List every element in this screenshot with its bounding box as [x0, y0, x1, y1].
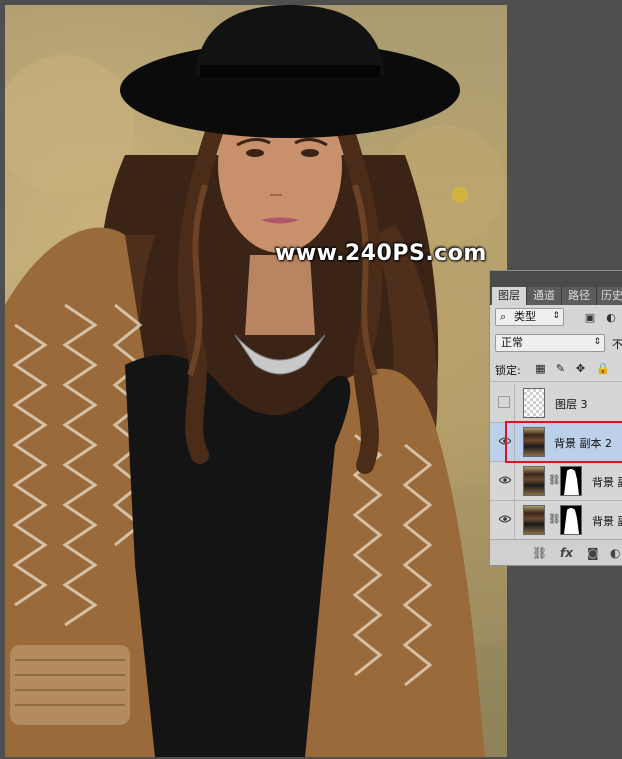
mask-shape-icon	[564, 508, 579, 534]
layer-mask-thumbnail[interactable]	[560, 466, 582, 496]
updown-arrow-icon: ⇕	[593, 337, 601, 347]
mask-shape-icon	[564, 469, 579, 495]
layers-panel[interactable]: 图层 通道 路径 历史 ⌕ 类型 ⇕ ▣ ◐ 正常 ⇕ 不 锁定: ▦ ✎ ✥ …	[489, 270, 622, 566]
layer-filter-select[interactable]: ⌕ 类型 ⇕	[495, 308, 564, 326]
link-icon[interactable]: ⛓	[532, 546, 547, 560]
lock-all-icon[interactable]: 🔒	[596, 362, 610, 375]
blend-mode-row: 正常 ⇕ 不	[490, 331, 622, 357]
layer-name: 背景 副	[592, 476, 622, 489]
tab-channels[interactable]: 通道	[527, 287, 562, 305]
layer-mask-thumbnail[interactable]	[560, 505, 582, 535]
updown-arrow-icon: ⇕	[552, 311, 560, 321]
visibility-cell[interactable]	[493, 384, 515, 423]
layer-filter-row: ⌕ 类型 ⇕ ▣ ◐	[490, 305, 622, 331]
layer-thumbnail	[523, 505, 545, 535]
chain-link-icon[interactable]: ⛓	[548, 514, 561, 525]
visibility-cell[interactable]	[493, 462, 515, 501]
visibility-cell[interactable]	[493, 423, 515, 462]
layer-thumbnail	[523, 427, 545, 457]
layer-thumbnail	[523, 466, 545, 496]
layer-name: 背景 副	[592, 515, 622, 528]
layer-row[interactable]: 图层 3	[490, 384, 622, 423]
layers-panel-footer: ⛓ fx ◙ ◐	[490, 539, 622, 565]
photo-image: www.240PS.com	[5, 5, 507, 757]
mask-icon[interactable]: ◙	[587, 546, 599, 560]
panel-tab-bar: 图层 通道 路径 历史	[490, 271, 622, 305]
layer-name: 图层 3	[555, 398, 588, 411]
search-icon: ⌕	[500, 310, 507, 323]
blend-mode-select[interactable]: 正常 ⇕	[495, 334, 605, 352]
adjustment-filter-icon[interactable]: ◐	[604, 311, 618, 324]
lock-paint-icon[interactable]: ✎	[554, 362, 567, 375]
tab-history[interactable]: 历史	[597, 287, 622, 305]
tab-paths[interactable]: 路径	[562, 287, 597, 305]
layer-row[interactable]: ⛓ 背景 副	[490, 462, 622, 501]
chain-link-icon[interactable]: ⛓	[548, 475, 561, 486]
layer-name: 背景 副本 2	[554, 437, 612, 450]
filter-type-label: 类型	[514, 310, 536, 323]
lock-move-icon[interactable]: ✥	[574, 362, 587, 375]
lock-row: 锁定: ▦ ✎ ✥ 🔒	[490, 357, 622, 382]
layer-thumbnail	[523, 388, 545, 418]
eye-icon[interactable]	[499, 515, 511, 523]
portrait-illustration	[5, 5, 507, 757]
eye-icon[interactable]	[499, 437, 511, 445]
lock-label: 锁定:	[495, 364, 521, 377]
watermark-text: www.240PS.com	[275, 241, 487, 266]
eye-icon[interactable]	[499, 476, 511, 484]
adjustment-icon[interactable]: ◐	[610, 546, 620, 560]
layer-row-selected[interactable]: 背景 副本 2	[490, 423, 622, 462]
fx-icon[interactable]: fx	[560, 546, 573, 560]
image-filter-icon[interactable]: ▣	[583, 311, 597, 324]
tab-layers[interactable]: 图层	[492, 287, 527, 305]
layer-row[interactable]: ⛓ 背景 副	[490, 501, 622, 540]
visibility-cell[interactable]	[493, 501, 515, 540]
lock-transparent-icon[interactable]: ▦	[534, 362, 547, 375]
hidden-visibility-box[interactable]	[498, 396, 510, 408]
opacity-label: 不	[612, 338, 622, 351]
blend-mode-label: 正常	[501, 336, 523, 349]
